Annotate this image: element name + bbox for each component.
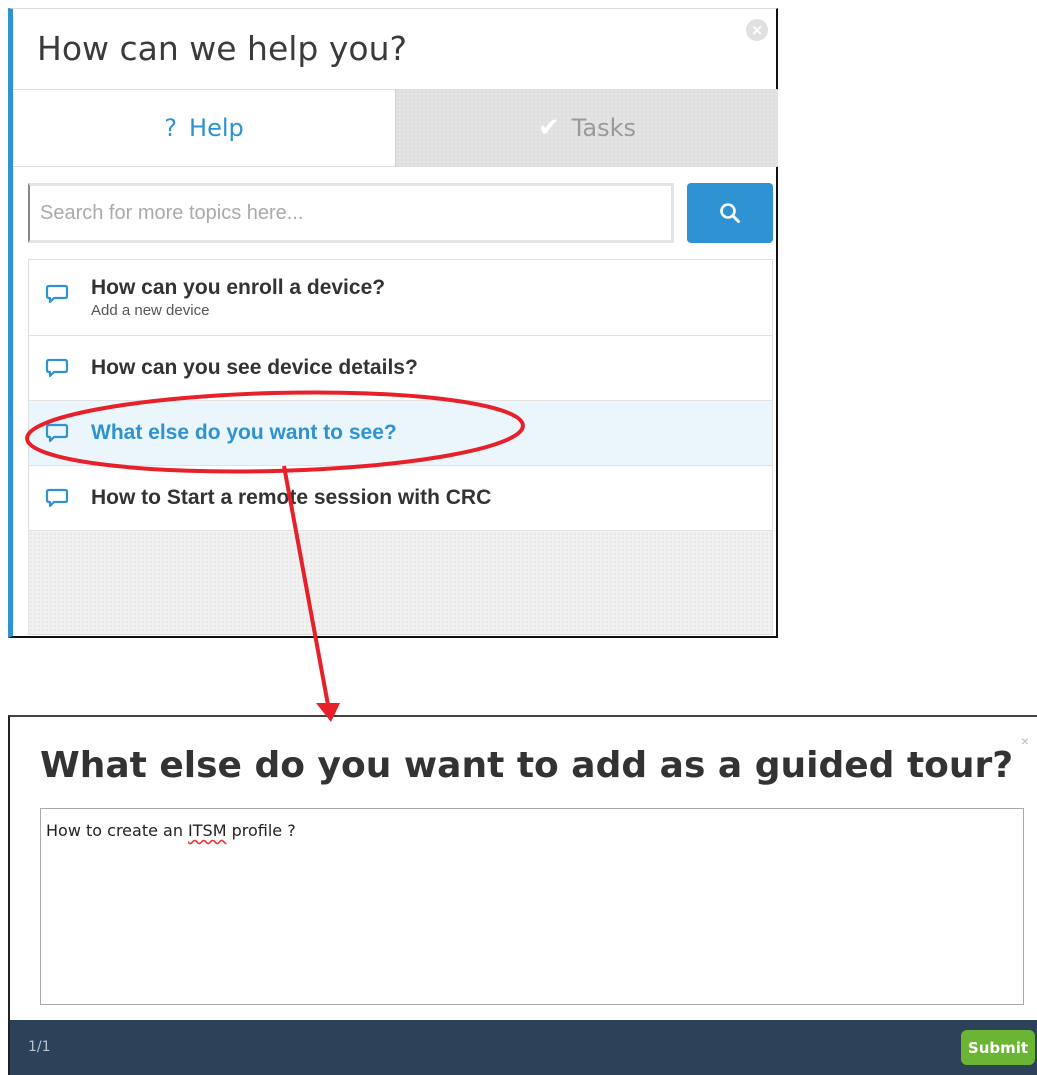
submit-button[interactable]: Submit <box>961 1030 1035 1065</box>
chat-bubble-icon <box>45 423 69 443</box>
list-item[interactable]: How can you enroll a device? Add a new d… <box>29 260 772 336</box>
help-header: How can we help you? × <box>13 9 776 89</box>
close-icon[interactable]: × <box>746 19 768 41</box>
search-button[interactable] <box>687 183 773 243</box>
checkmark-icon: ✔ <box>537 113 560 143</box>
list-item[interactable]: How to Start a remote session with CRC <box>29 466 772 531</box>
search-bar <box>28 183 773 243</box>
tab-tasks-label: Tasks <box>571 114 637 142</box>
tab-tasks[interactable]: ✔ Tasks <box>395 90 778 166</box>
guided-tour-dialog: What else do you want to add as a guided… <box>8 715 1037 1075</box>
topic-list: How can you enroll a device? Add a new d… <box>28 259 773 635</box>
search-input[interactable] <box>28 183 674 243</box>
help-title: How can we help you? <box>37 29 408 68</box>
help-tabs: ? Help ✔ Tasks <box>13 89 778 167</box>
close-icon[interactable]: × <box>1021 733 1029 749</box>
list-item[interactable]: How can you see device details? <box>29 336 772 401</box>
dialog-title: What else do you want to add as a guided… <box>40 745 1014 786</box>
list-item-title: How to Start a remote session with CRC <box>91 486 492 509</box>
chat-bubble-icon <box>45 358 69 378</box>
page-indicator: 1/1 <box>28 1039 51 1055</box>
list-item-title: What else do you want to see? <box>91 421 397 444</box>
chat-bubble-icon <box>45 284 69 304</box>
tab-help-label: Help <box>189 114 244 142</box>
list-item-title: How can you enroll a device? <box>91 276 386 299</box>
list-item-subtitle: Add a new device <box>91 302 210 319</box>
question-mark-icon: ? <box>164 114 178 142</box>
help-widget: How can we help you? × ? Help ✔ Tasks Ho… <box>8 8 778 638</box>
chat-bubble-icon <box>45 488 69 508</box>
tab-help[interactable]: ? Help <box>13 90 395 166</box>
list-item-selected[interactable]: What else do you want to see? <box>29 401 772 466</box>
tour-suggestion-textarea[interactable] <box>40 808 1024 1005</box>
list-item-title: How can you see device details? <box>91 356 418 379</box>
dialog-footer: 1/1 Submit <box>10 1020 1037 1075</box>
search-icon <box>720 203 740 223</box>
